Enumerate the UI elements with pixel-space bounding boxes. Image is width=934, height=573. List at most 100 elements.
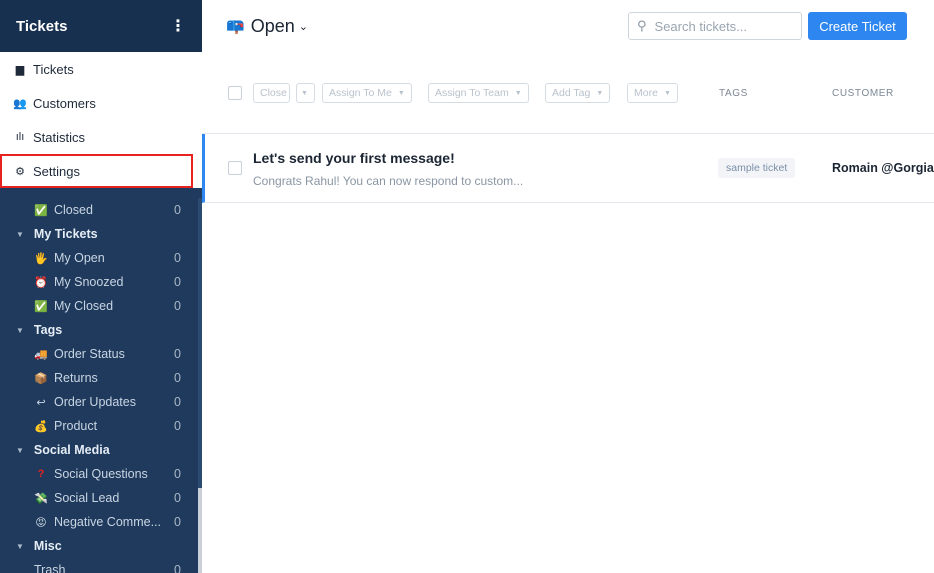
return-arrow-icon: ↩	[36, 396, 46, 409]
caret-down-icon: ▼	[397, 89, 405, 97]
gear-icon: ⚙	[15, 165, 25, 178]
ticket-tag-badge[interactable]: sample ticket	[718, 158, 796, 178]
section-misc[interactable]: ▼ Misc	[0, 534, 198, 558]
view-count: 0	[174, 371, 181, 385]
caret-down-icon: ▼	[16, 541, 24, 551]
chat-icon: ▆	[15, 63, 25, 76]
bulk-action-toolbar: Close ▼ Assign To Me ▼ Assign To Team ▼ …	[202, 83, 934, 103]
view-my-open[interactable]: 🖐 My Open 0	[0, 246, 198, 270]
create-ticket-button[interactable]: Create Ticket	[808, 12, 907, 40]
search-box[interactable]: ⚲	[628, 12, 802, 40]
view-count: 0	[174, 395, 181, 409]
alarm-clock-icon: ⏰	[34, 276, 48, 289]
view-count: 0	[174, 299, 181, 313]
view-label: Returns	[54, 371, 98, 385]
view-trash[interactable]: Trash 0	[0, 558, 198, 573]
view-label: Trash	[34, 563, 66, 573]
add-tag-button[interactable]: Add Tag ▼	[545, 83, 611, 103]
more-label: More	[634, 87, 658, 99]
main-panel: 📪 Open ⌄ ⚲ Create Ticket Close ▼ Assign …	[202, 0, 934, 573]
question-mark-icon: ?	[37, 468, 45, 480]
select-all-checkbox[interactable]	[228, 86, 242, 100]
section-label: My Tickets	[33, 227, 98, 241]
view-label: Social Lead	[54, 491, 120, 505]
caret-down-icon: ▼	[16, 229, 24, 239]
ticket-subject: Let's send your first message!	[253, 150, 455, 166]
view-count: 0	[174, 347, 181, 361]
caret-down-icon: ▼	[301, 89, 308, 97]
view-label: Closed	[54, 203, 93, 217]
ticket-checkbox[interactable]	[228, 161, 242, 175]
view-count: 0	[174, 563, 181, 573]
menu-item-label: Tickets	[33, 61, 74, 77]
search-icon: ⚲	[637, 18, 647, 33]
truck-icon: 🚚	[34, 348, 48, 361]
view-label: Order Updates	[54, 395, 136, 409]
view-returns[interactable]: 📦 Returns 0	[0, 366, 198, 390]
money-wings-icon: 💸	[34, 492, 48, 505]
close-dropdown-button[interactable]: ▼	[296, 83, 315, 103]
chevron-down-icon: ⌄	[298, 20, 308, 33]
assign-to-me-button[interactable]: Assign To Me ▼	[322, 83, 412, 103]
sidebar-title: Tickets	[16, 17, 68, 35]
view-order-updates[interactable]: ↩ Order Updates 0	[0, 390, 198, 414]
view-label: Product	[54, 419, 98, 433]
section-my-tickets[interactable]: ▼ My Tickets	[0, 222, 198, 246]
view-my-closed[interactable]: ✅ My Closed 0	[0, 294, 198, 318]
column-header-tags[interactable]: TAGS	[719, 88, 748, 99]
menu-item-customers[interactable]: 👥 Customers	[0, 86, 202, 120]
menu-item-settings[interactable]: ⚙ Settings	[0, 154, 193, 188]
view-label: Negative Comme...	[54, 515, 161, 529]
main-menu: ▆ Tickets 👥 Customers ılı Statistics ⚙ S…	[0, 52, 202, 188]
view-label: My Snoozed	[54, 275, 124, 289]
view-my-snoozed[interactable]: ⏰ My Snoozed 0	[0, 270, 198, 294]
view-label: Social Questions	[54, 467, 148, 481]
view-count: 0	[174, 275, 181, 289]
caret-down-icon: ▼	[16, 325, 24, 335]
ticket-row[interactable]: Let's send your first message! Congrats …	[202, 134, 934, 203]
view-count: 0	[174, 515, 181, 529]
view-label: My Open	[54, 251, 105, 265]
money-bag-icon: 💰	[34, 420, 48, 433]
hand-icon: 🖐	[34, 252, 48, 265]
view-negative-comments[interactable]: 😡 Negative Comme... 0	[0, 510, 198, 534]
kebab-menu-icon[interactable]: ⋮	[170, 16, 186, 36]
view-closed[interactable]: ✅ Closed 0	[0, 198, 198, 222]
view-label: My Closed	[54, 299, 114, 313]
more-button[interactable]: More ▼	[627, 83, 678, 103]
angry-face-icon: 😡	[35, 516, 47, 529]
caret-down-icon: ▼	[514, 89, 522, 97]
menu-item-tickets[interactable]: ▆ Tickets	[0, 52, 202, 86]
close-button-label: Close	[260, 87, 287, 99]
section-tags[interactable]: ▼ Tags	[0, 318, 198, 342]
ticket-customer: Romain @Gorgias	[832, 161, 934, 175]
mailbox-icon: 📪	[226, 18, 245, 35]
section-label: Misc	[33, 539, 62, 553]
app-window: Tickets ⋮ ▆ Tickets 👥 Customers ılı Stat…	[0, 0, 934, 573]
view-social-lead[interactable]: 💸 Social Lead 0	[0, 486, 198, 510]
view-social-questions[interactable]: ? Social Questions 0	[0, 462, 198, 486]
view-count: 0	[174, 467, 181, 481]
package-icon: 📦	[34, 372, 48, 385]
people-icon: 👥	[13, 97, 27, 110]
menu-item-statistics[interactable]: ılı Statistics	[0, 120, 202, 154]
column-header-customer[interactable]: CUSTOMER	[832, 88, 894, 99]
close-button[interactable]: Close	[253, 83, 290, 103]
ticket-preview: Congrats Rahul! You can now respond to c…	[253, 174, 524, 188]
section-social-media[interactable]: ▼ Social Media	[0, 438, 198, 462]
view-product[interactable]: 💰 Product 0	[0, 414, 198, 438]
caret-down-icon: ▼	[596, 89, 604, 97]
assign-to-team-button[interactable]: Assign To Team ▼	[428, 83, 529, 103]
section-label: Social Media	[33, 443, 110, 457]
view-count: 0	[174, 419, 181, 433]
view-selector[interactable]: 📪 Open ⌄	[226, 16, 308, 37]
view-count: 0	[174, 203, 181, 217]
sidebar-header: Tickets ⋮	[0, 0, 202, 52]
search-input[interactable]	[654, 18, 785, 34]
view-title: Open	[250, 15, 295, 36]
check-icon: ✅	[34, 204, 48, 217]
view-order-status[interactable]: 🚚 Order Status 0	[0, 342, 198, 366]
menu-item-label: Statistics	[33, 129, 86, 145]
view-count: 0	[174, 251, 181, 265]
menu-item-label: Customers	[33, 95, 96, 111]
